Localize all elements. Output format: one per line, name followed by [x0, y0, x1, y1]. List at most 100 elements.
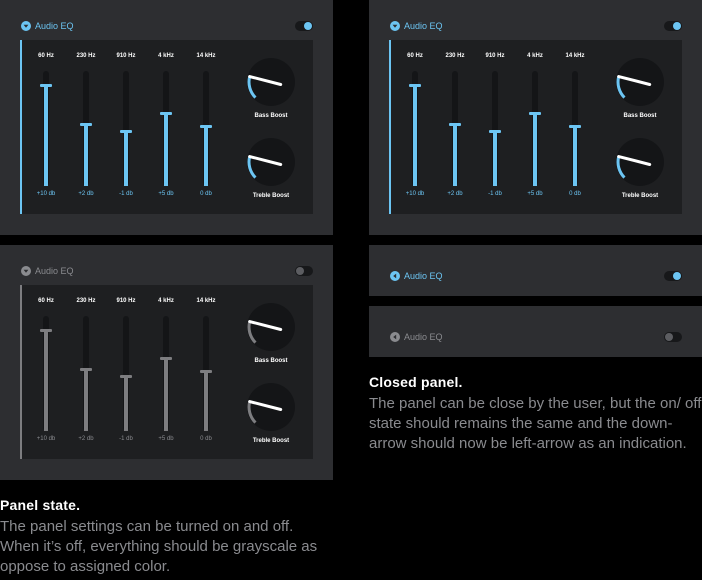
- band-slider[interactable]: [529, 71, 541, 186]
- band-value-label: +10 db: [36, 436, 56, 442]
- panel-header[interactable]: Audio EQ: [369, 311, 702, 351]
- slider-handle[interactable]: [40, 329, 52, 332]
- band-slider[interactable]: [489, 71, 501, 186]
- panel-header[interactable]: Audio EQ: [0, 245, 333, 285]
- boost-label: Bass Boost: [254, 113, 288, 119]
- boost-knob[interactable]: [244, 300, 298, 354]
- slider-handle[interactable]: [40, 84, 52, 87]
- band-slider[interactable]: [200, 316, 212, 431]
- slider-handle[interactable]: [200, 370, 212, 373]
- eq-band: 910 Hz -1 db: [106, 40, 146, 214]
- eq-band: 910 Hz -1 db: [475, 40, 515, 214]
- band-slider[interactable]: [80, 316, 92, 431]
- closed-panel-on[interactable]: Audio EQ: [369, 245, 702, 296]
- panel-state-caption-text: The panel settings can be turned on and …: [0, 518, 318, 575]
- power-toggle[interactable]: [295, 266, 313, 276]
- down-arrow-icon[interactable]: [390, 21, 400, 31]
- power-toggle[interactable]: [295, 21, 313, 31]
- boost-knob[interactable]: [244, 380, 298, 434]
- left-arrow-icon[interactable]: [390, 271, 400, 281]
- toggle-knob[interactable]: [673, 22, 681, 30]
- slider-fill: [124, 377, 128, 431]
- band-slider[interactable]: [40, 71, 52, 186]
- left-arrow-icon[interactable]: [390, 332, 400, 342]
- toggle-knob[interactable]: [665, 333, 673, 341]
- slider-fill: [493, 132, 497, 186]
- band-slider[interactable]: [200, 71, 212, 186]
- band-frequency-label: 60 Hz: [38, 53, 54, 59]
- power-toggle[interactable]: [664, 21, 682, 31]
- boost-label: Treble Boost: [252, 438, 290, 444]
- band-slider[interactable]: [569, 71, 581, 186]
- boost-knob[interactable]: [244, 55, 298, 109]
- eq-band: 60 Hz +10 db: [395, 40, 435, 214]
- slider-handle[interactable]: [489, 130, 501, 133]
- eq-band: 4 kHz +5 db: [146, 285, 186, 459]
- down-arrow-icon[interactable]: [21, 21, 31, 31]
- band-frequency-label: 4 kHz: [158, 53, 174, 59]
- eq-band: 14 kHz 0 db: [186, 40, 226, 214]
- panel-title: Audio EQ: [404, 332, 443, 342]
- slider-fill: [84, 370, 88, 431]
- slider-fill: [204, 372, 208, 431]
- slider-fill: [164, 359, 168, 431]
- band-slider[interactable]: [80, 71, 92, 186]
- toggle-knob[interactable]: [304, 22, 312, 30]
- slider-handle[interactable]: [160, 357, 172, 360]
- boost-knob[interactable]: [613, 55, 667, 109]
- eq-band: 910 Hz -1 db: [106, 285, 146, 459]
- band-frequency-label: 4 kHz: [527, 53, 543, 59]
- down-arrow-icon[interactable]: [21, 266, 31, 276]
- power-toggle[interactable]: [664, 271, 682, 281]
- band-slider[interactable]: [120, 71, 132, 186]
- closed-panel-off[interactable]: Audio EQ: [369, 306, 702, 357]
- eq-band: 230 Hz +2 db: [66, 285, 106, 459]
- band-frequency-label: 910 Hz: [485, 53, 505, 59]
- boost-label: Bass Boost: [623, 113, 657, 119]
- panel-state-caption-title: Panel state.: [0, 497, 81, 513]
- band-value-label: +5 db: [527, 191, 543, 197]
- slider-fill: [124, 132, 128, 186]
- eq-band: 4 kHz +5 db: [146, 40, 186, 214]
- boost-knob[interactable]: [244, 135, 298, 189]
- band-value-label: -1 db: [119, 191, 133, 197]
- slider-handle[interactable]: [80, 368, 92, 371]
- band-slider[interactable]: [449, 71, 461, 186]
- band-slider[interactable]: [409, 71, 421, 186]
- slider-handle[interactable]: [449, 123, 461, 126]
- panel-header[interactable]: Audio EQ: [0, 0, 333, 40]
- eq-panel-off: Audio EQ 60 Hz +10 db 230 Hz +2 db 910 Hz -1 d…: [0, 245, 333, 480]
- boost-label: Treble Boost: [621, 193, 659, 199]
- slider-handle[interactable]: [160, 112, 172, 115]
- band-slider[interactable]: [160, 71, 172, 186]
- slider-fill: [453, 125, 457, 186]
- slider-handle[interactable]: [200, 125, 212, 128]
- eq-accent-line: [20, 40, 22, 214]
- boost-knob[interactable]: [613, 135, 667, 189]
- slider-handle[interactable]: [529, 112, 541, 115]
- panel-header[interactable]: Audio EQ: [369, 250, 702, 290]
- eq-band: 230 Hz +2 db: [66, 40, 106, 214]
- band-frequency-label: 230 Hz: [445, 53, 465, 59]
- band-frequency-label: 14 kHz: [196, 53, 216, 59]
- band-value-label: +10 db: [36, 191, 56, 197]
- band-value-label: 0 db: [200, 436, 212, 442]
- panel-header[interactable]: Audio EQ: [369, 0, 702, 40]
- toggle-knob[interactable]: [296, 267, 304, 275]
- band-slider[interactable]: [40, 316, 52, 431]
- band-value-label: +5 db: [158, 436, 174, 442]
- slider-handle[interactable]: [80, 123, 92, 126]
- power-toggle[interactable]: [664, 332, 682, 342]
- slider-handle[interactable]: [569, 125, 581, 128]
- eq-band: 60 Hz +10 db: [26, 40, 66, 214]
- band-slider[interactable]: [160, 316, 172, 431]
- eq-area: 60 Hz +10 db 230 Hz +2 db 910 Hz -1 db 4 kHz +5…: [20, 40, 313, 214]
- band-value-label: +10 db: [405, 191, 425, 197]
- slider-handle[interactable]: [409, 84, 421, 87]
- slider-handle[interactable]: [120, 375, 132, 378]
- band-slider[interactable]: [120, 316, 132, 431]
- slider-handle[interactable]: [120, 130, 132, 133]
- eq-area: 60 Hz +10 db 230 Hz +2 db 910 Hz -1 db 4 kHz +5…: [20, 285, 313, 459]
- toggle-knob[interactable]: [673, 272, 681, 280]
- closed-panel-caption-text: The panel can be close by the user, but …: [369, 395, 702, 452]
